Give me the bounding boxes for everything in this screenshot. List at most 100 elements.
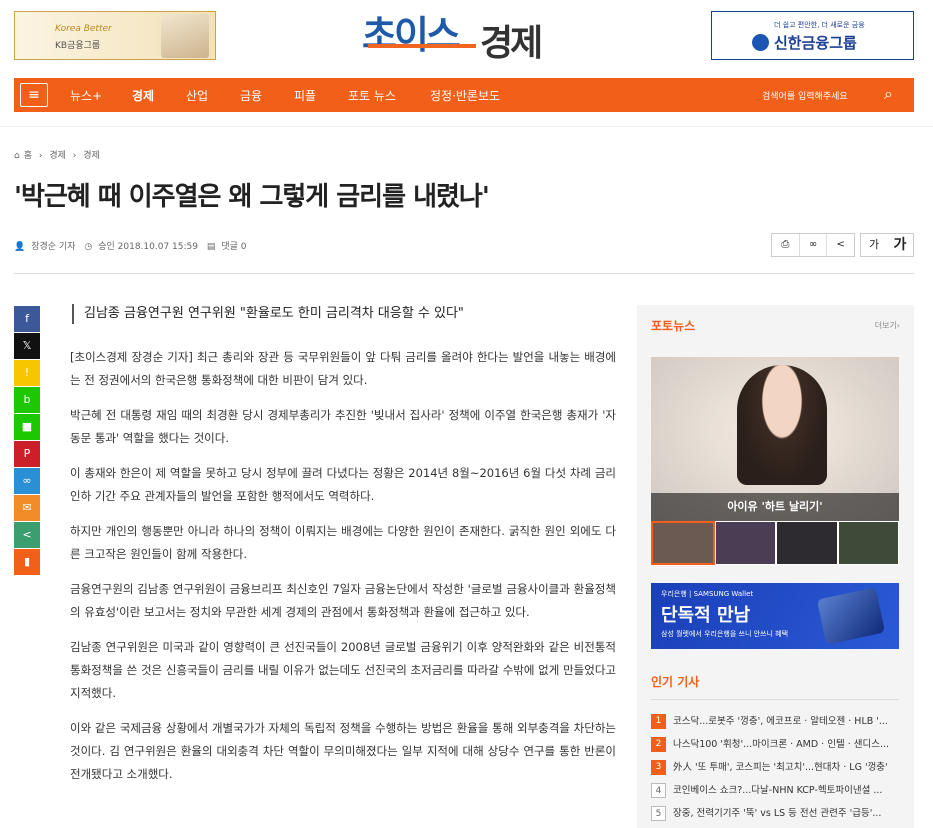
kakaostory-icon[interactable]: ! <box>14 360 40 386</box>
nav-item-economy[interactable]: 경제 <box>132 87 154 104</box>
article-meta: 👤 장경순 기자 ◷ 승인 2018.10.07 15:59 ▤ 댓글 0 <box>14 239 253 252</box>
copy-link-icon[interactable]: ∞ <box>800 234 828 256</box>
rank-number: 2 <box>651 737 666 752</box>
rank-number: 1 <box>651 714 666 729</box>
font-larger-button[interactable]: 가 <box>887 234 913 256</box>
pinterest-icon[interactable]: P <box>14 441 40 467</box>
popular-item-title[interactable]: 코인베이스 쇼크?...다날-NHN KCP-헥토파이낸셜 ... <box>673 785 882 796</box>
nav-item-photo-news[interactable]: 포토 뉴스 <box>348 87 396 104</box>
meta-divider <box>14 273 914 274</box>
ad-left-brand: KB금융그룹 <box>55 41 101 51</box>
main-nav: ≡ 뉴스+ 경제 산업 금융 피플 포토 뉴스 정정·반론보도 검색어를 입력해… <box>14 78 914 112</box>
home-icon[interactable]: ⌂ <box>14 151 20 161</box>
photo-news-thumbnails <box>651 521 899 565</box>
article-paragraph: 박근혜 전 대통령 재임 때의 최경환 당시 경제부총리가 추진한 '빚내서 집… <box>70 408 616 445</box>
article-paragraph: 금융연구원의 김남종 연구위원이 금융브리프 최신호인 7일자 금융논단에서 작… <box>70 582 616 619</box>
nav-item-finance[interactable]: 금융 <box>240 87 262 104</box>
photo-news-main[interactable]: 아이유 '하트 날리기' <box>651 357 899 521</box>
popular-item[interactable]: 2 나스닥100 '휘청'...마이크론 · AMD · 인텔 · 샌디스... <box>651 736 899 754</box>
kb-banner-ad[interactable]: Korea Better KB금융그룹 <box>14 11 216 60</box>
share-icon[interactable]: < <box>14 522 40 548</box>
popular-item[interactable]: 5 장중, 전력기기주 '뚝' vs LS 등 전선 관련주 '급등'... <box>651 805 899 823</box>
reporter-icon: 👤 <box>14 242 26 252</box>
facebook-icon[interactable]: f <box>14 306 40 332</box>
nav-item-news-plus[interactable]: 뉴스+ <box>70 87 102 104</box>
popular-item-title[interactable]: 장중, 전력기기주 '뚝' vs LS 등 전선 관련주 '급등'... <box>673 808 881 819</box>
ad2-headline: 단독적 만남 <box>661 605 751 626</box>
photo-news-caption[interactable]: 아이유 '하트 날리기' <box>651 493 899 521</box>
article-tools: ⎙ ∞ < <box>771 233 855 257</box>
rank-number: 5 <box>651 806 666 821</box>
ad-right-brand: 신한금융그룹 <box>774 34 857 52</box>
photo-news-heading[interactable]: 포토뉴스 <box>651 317 695 334</box>
search-icon[interactable]: ⌕ <box>884 84 893 104</box>
hamburger-menu-icon[interactable]: ≡ <box>20 83 48 107</box>
comment-count[interactable]: 댓글 0 <box>221 242 246 252</box>
photo-news-more-link[interactable]: 더보기› <box>875 320 900 331</box>
article-paragraph: 이 총재와 한은이 제 역할을 못하고 당시 정부에 끌려 다녔다는 정황은 2… <box>70 466 616 503</box>
rank-number: 3 <box>651 760 666 775</box>
email-icon[interactable]: ✉ <box>14 495 40 521</box>
photo-thumb[interactable] <box>714 521 776 565</box>
breadcrumb-level2[interactable]: 경제 <box>83 151 100 161</box>
woori-samsung-ad[interactable]: 우리은행 | SAMSUNG Wallet 단독적 만남 삼성 월렛에서 우리은… <box>651 583 899 649</box>
chevron-right-icon: › <box>72 151 77 161</box>
photo-thumb[interactable] <box>651 521 715 565</box>
top-header: Korea Better KB금융그룹 초이스 경제 더 쉽고 편안한, 더 새… <box>0 0 933 78</box>
x-icon[interactable]: 𝕏 <box>14 333 40 359</box>
link-icon[interactable]: ∞ <box>14 468 40 494</box>
share-bar: f 𝕏! b ■ P ∞ ✉ < ▮ <box>14 306 40 576</box>
logo-underline <box>368 44 476 48</box>
share-icon[interactable]: < <box>827 234 854 256</box>
ad-left-photo <box>161 14 209 58</box>
bookmark-icon[interactable]: ▮ <box>14 549 40 575</box>
breadcrumb: ⌂ 홈 › 경제 › 경제 <box>14 148 104 161</box>
phone-image <box>816 587 886 645</box>
popular-divider <box>651 699 899 700</box>
popular-item[interactable]: 4 코인베이스 쇼크?...다날-NHN KCP-헥토파이낸셜 ... <box>651 782 899 800</box>
article-title: '박근혜 때 이주열은 왜 그렇게 금리를 내렸나' <box>14 182 490 212</box>
chevron-right-icon: › <box>38 151 43 161</box>
article-paragraph: [초이스경제 장경순 기자] 최근 총리와 장관 등 국무위원들이 앞 다퉈 금… <box>70 350 616 387</box>
logo-choice: 초이스 <box>362 13 461 57</box>
comment-icon: ▤ <box>206 242 216 252</box>
sidebar: 포토뉴스 더보기› 아이유 '하트 날리기' 우리은행 | SAMSUNG Wa… <box>637 305 914 828</box>
nav-item-industry[interactable]: 산업 <box>186 87 208 104</box>
ad2-brands: 우리은행 | SAMSUNG Wallet <box>661 590 754 598</box>
ad-right-slogan: 더 쉽고 편안한, 더 새로운 금융 <box>774 21 865 29</box>
ad2-sub: 삼성 월렛에서 우리은행을 쓰니 안쓰니 혜택 <box>661 630 789 638</box>
band-icon[interactable]: b <box>14 387 40 413</box>
search-input[interactable]: 검색어를 입력해주세요 <box>762 89 848 102</box>
article-body: [초이스경제 장경순 기자] 최근 총리와 장관 등 국무위원들이 앞 다퉈 금… <box>70 346 616 798</box>
breadcrumb-level1[interactable]: 경제 <box>49 151 66 161</box>
popular-item-title[interactable]: 코스닥...로봇주 '껑충', 에코프로 · 알테오젠 · HLB '... <box>673 716 888 727</box>
reporter-name[interactable]: 장경순 기자 <box>31 242 75 252</box>
font-size-controls: 가 가 <box>860 233 914 257</box>
nav-item-people[interactable]: 피플 <box>294 87 316 104</box>
kakaotalk-icon[interactable]: ■ <box>14 414 40 440</box>
header-divider <box>0 126 933 127</box>
site-logo[interactable]: 초이스 경제 <box>362 4 572 66</box>
logo-economy: 경제 <box>480 23 543 64</box>
shinhan-logo-icon <box>752 34 769 51</box>
shinhan-banner-ad[interactable]: 더 쉽고 편안한, 더 새로운 금융 신한금융그룹 <box>711 11 914 60</box>
ad-left-slogan: Korea Better <box>55 24 112 34</box>
nav-item-corrections[interactable]: 정정·반론보도 <box>430 87 500 104</box>
popular-heading: 인기 기사 <box>651 675 700 689</box>
popular-item[interactable]: 3 外人 '또 투매', 코스피는 '최고치'...현대차 · LG '껑충' <box>651 759 899 777</box>
print-icon[interactable]: ⎙ <box>772 234 800 256</box>
font-smaller-button[interactable]: 가 <box>861 234 887 256</box>
clock-icon: ◷ <box>84 242 93 252</box>
popular-item-title[interactable]: 나스닥100 '휘청'...마이크론 · AMD · 인텔 · 샌디스... <box>673 739 889 750</box>
article-subtitle: 김남종 금융연구원 연구위원 "환율로도 한미 금리격차 대응할 수 있다" <box>72 304 618 324</box>
photo-thumb[interactable] <box>776 521 838 565</box>
popular-item-title[interactable]: 外人 '또 투매', 코스피는 '최고치'...현대차 · LG '껑충' <box>673 762 888 773</box>
article-paragraph: 하지만 개인의 행동뿐만 아니라 하나의 정책이 이뤄지는 배경에는 다양한 원… <box>70 524 616 561</box>
popular-item[interactable]: 1 코스닥...로봇주 '껑충', 에코프로 · 알테오젠 · HLB '... <box>651 713 899 731</box>
photo-thumb[interactable] <box>837 521 899 565</box>
article-paragraph: 김남종 연구위원은 미국과 같이 영향력이 큰 선진국들이 2008년 글로벌 … <box>70 640 616 700</box>
article-paragraph: 이와 같은 국제금융 상황에서 개별국가가 자체의 독립적 정책을 수행하는 방… <box>70 721 616 781</box>
photo-news-image <box>737 365 827 485</box>
approved-date: 승인 2018.10.07 15:59 <box>98 242 198 252</box>
breadcrumb-home[interactable]: 홈 <box>24 151 32 161</box>
